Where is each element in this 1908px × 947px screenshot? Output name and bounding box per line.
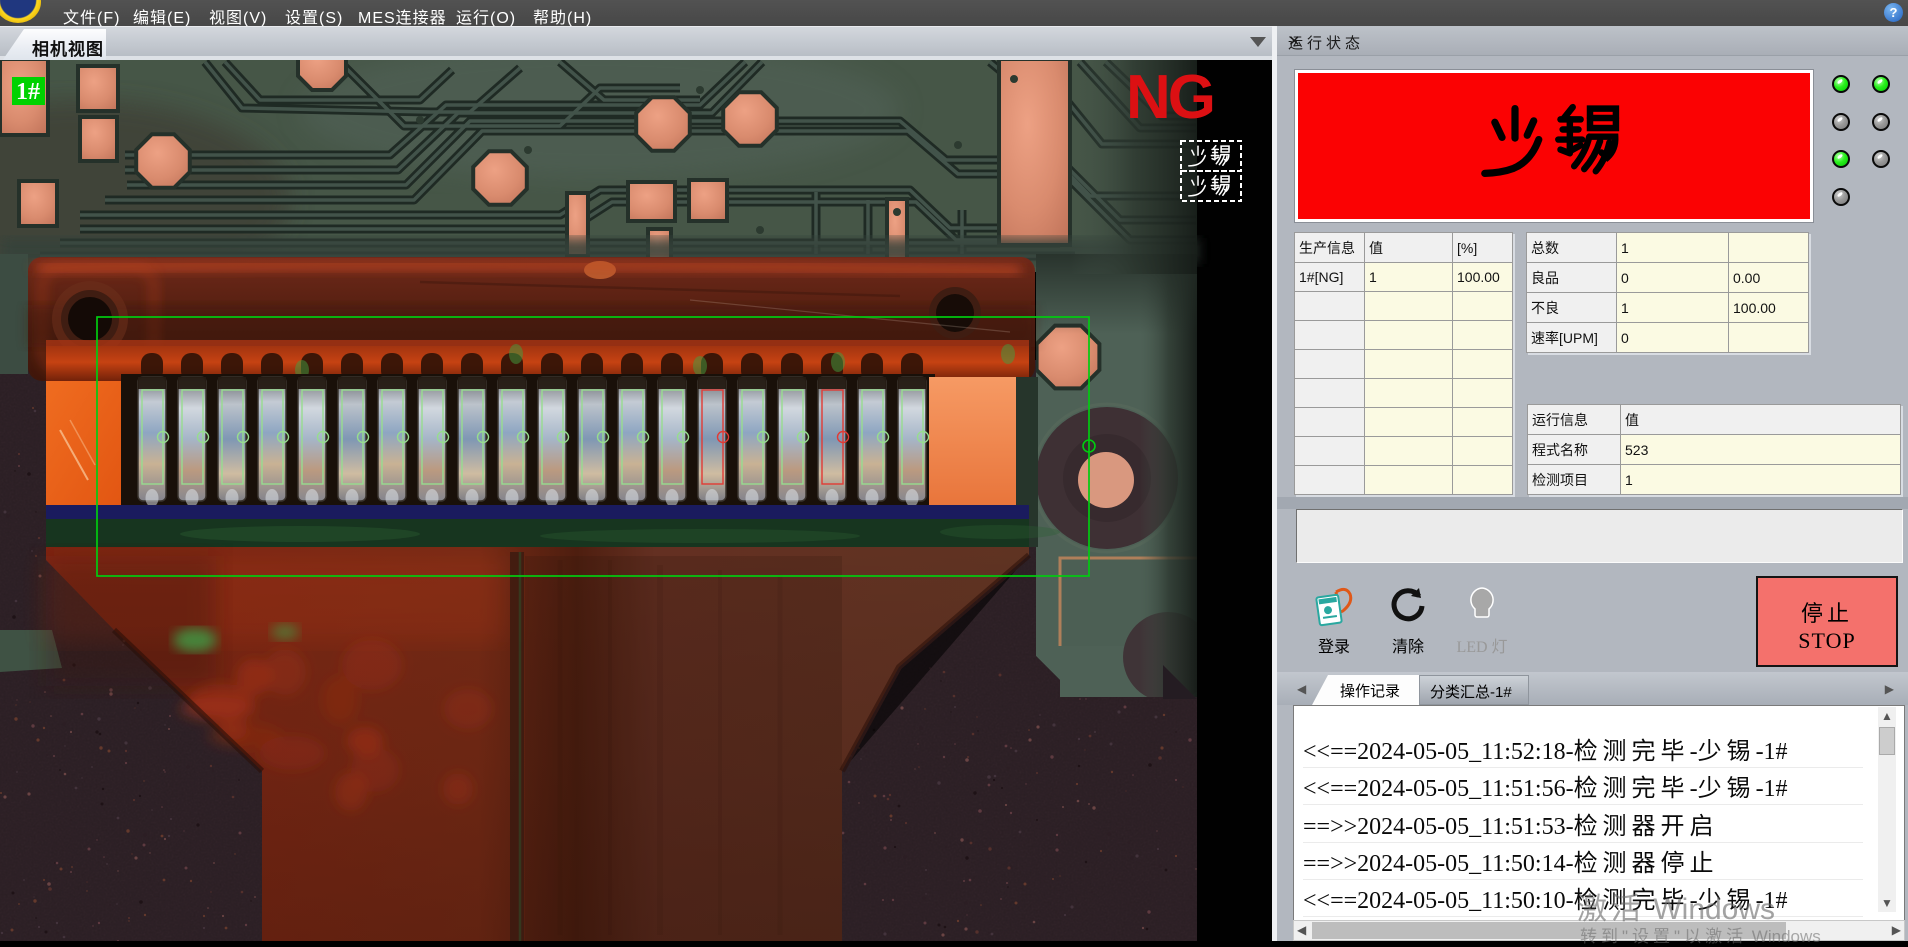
svg-text:1#: 1# (16, 79, 40, 105)
svg-text:NG: NG (1126, 63, 1213, 132)
